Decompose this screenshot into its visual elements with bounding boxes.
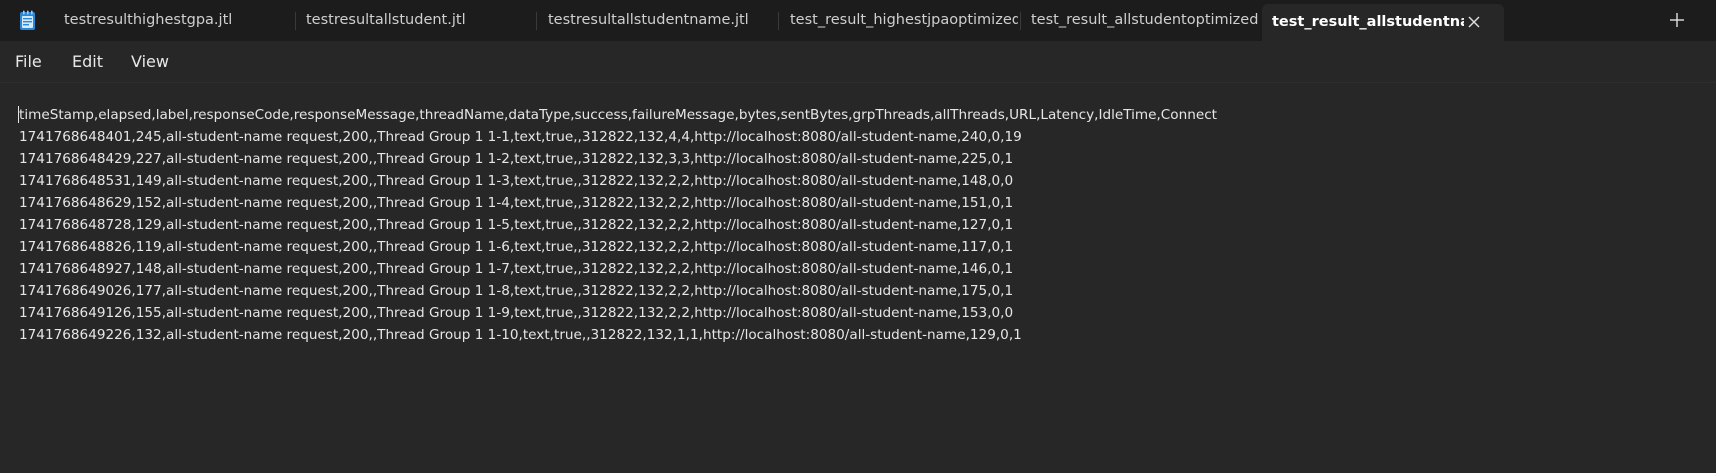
close-icon[interactable] (1466, 14, 1482, 30)
text-line: 1741768649026,177,all-student-name reque… (19, 283, 1014, 299)
menu-view[interactable]: View (129, 41, 171, 82)
tab-testresultallstudentname[interactable]: testresultallstudentname.jtl (548, 0, 776, 41)
tab-label: testresultallstudentname.jtl (548, 12, 749, 28)
tab-test-result-allstudentoptimized[interactable]: test_result_allstudentoptimized.jtl (1031, 0, 1259, 41)
tab-label: test_result_allstudentnameop (1272, 14, 1464, 30)
text-line: timeStamp,elapsed,label,responseCode,res… (19, 107, 1218, 123)
tab-label: test_result_allstudentoptimized.jtl (1031, 12, 1259, 28)
tab-separator (1020, 12, 1021, 30)
text-line: 1741768648429,227,all-student-name reque… (19, 151, 1014, 167)
tab-testresulthighestgpa[interactable]: testresulthighestgpa.jtl (64, 0, 294, 41)
tab-label: testresultallstudent.jtl (306, 12, 466, 28)
text-line: 1741768648401,245,all-student-name reque… (19, 129, 1022, 145)
menu-bar: File Edit View (0, 41, 1716, 82)
text-line: 1741768649126,155,all-student-name reque… (19, 305, 1014, 321)
text-line: 1741768648531,149,all-student-name reque… (19, 173, 1014, 189)
text-line: 1741768649226,132,all-student-name reque… (19, 327, 1022, 343)
menu-edit[interactable]: Edit (70, 41, 105, 82)
text-content[interactable]: timeStamp,elapsed,label,responseCode,res… (19, 104, 1709, 346)
tab-test-result-allstudentnameop[interactable]: test_result_allstudentnameop (1262, 4, 1504, 41)
tab-separator (536, 12, 537, 30)
text-line: 1741768648826,119,all-student-name reque… (19, 239, 1014, 255)
text-line: 1741768648728,129,all-student-name reque… (19, 217, 1014, 233)
menu-file[interactable]: File (13, 41, 44, 82)
notepad-window: testresulthighestgpa.jtl testresultallst… (0, 0, 1716, 473)
tab-separator (295, 12, 296, 30)
plus-icon[interactable] (1668, 11, 1686, 29)
tab-bar: testresulthighestgpa.jtl testresultallst… (0, 0, 1716, 41)
tab-label: testresulthighestgpa.jtl (64, 12, 233, 28)
text-line: 1741768648927,148,all-student-name reque… (19, 261, 1014, 277)
text-line: 1741768648629,152,all-student-name reque… (19, 195, 1014, 211)
tab-label: test_result_highestjpaoptimized.jtl (790, 12, 1018, 28)
notepad-icon (20, 10, 35, 30)
tab-testresultallstudent[interactable]: testresultallstudent.jtl (306, 0, 534, 41)
tab-separator (778, 12, 779, 30)
tab-test-result-highestjpaoptimized[interactable]: test_result_highestjpaoptimized.jtl (790, 0, 1018, 41)
text-editor-area[interactable]: timeStamp,elapsed,label,responseCode,res… (0, 82, 1716, 473)
